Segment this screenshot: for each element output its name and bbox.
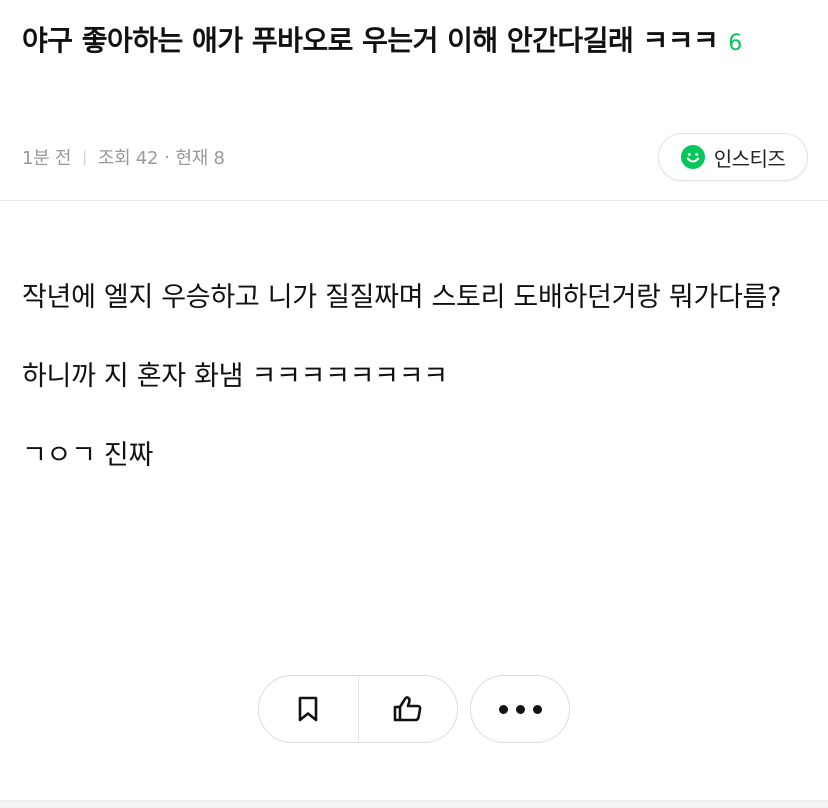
post-title: 야구 좋아하는 애가 푸바오로 우는거 이해 안간다길래 ㅋㅋㅋ 6 bbox=[22, 12, 812, 73]
smile-icon bbox=[680, 145, 705, 169]
post-actions bbox=[258, 675, 570, 743]
view-count: 조회 42 bbox=[97, 148, 159, 169]
action-pill bbox=[258, 675, 458, 743]
like-button[interactable] bbox=[359, 676, 458, 742]
meta-separator: | bbox=[82, 148, 87, 166]
thumbs-up-icon bbox=[393, 696, 422, 722]
header-divider bbox=[0, 200, 828, 201]
board-name: 인스티즈 bbox=[713, 146, 786, 171]
more-icon bbox=[498, 704, 508, 714]
bookmark-button[interactable] bbox=[259, 676, 358, 742]
body-paragraph-3: ㄱㅇㄱ 진짜 bbox=[22, 440, 153, 471]
post-time: 1분 전 bbox=[22, 148, 72, 169]
bookmark-icon bbox=[298, 696, 318, 722]
meta-dot: · bbox=[164, 146, 170, 168]
more-button[interactable] bbox=[470, 675, 570, 743]
current-viewers: 현재 8 bbox=[175, 148, 225, 169]
more-icon-dot bbox=[515, 704, 525, 714]
comment-count[interactable]: 6 bbox=[728, 31, 742, 56]
body-paragraph-1: 작년에 엘지 우승하고 니가 질질짜며 스토리 도배하던거랑 뭐가다름? bbox=[22, 282, 782, 313]
post-title-text: 야구 좋아하는 애가 푸바오로 우는거 이해 안간다길래 ㅋㅋㅋ bbox=[22, 24, 719, 57]
body-paragraph-2: 하니까 지 혼자 화냄 ㅋㅋㅋㅋㅋㅋㅋㅋ bbox=[22, 361, 448, 392]
post-meta: 1분 전 | 조회 42 · 현재 8 bbox=[22, 144, 225, 170]
more-icon-dot bbox=[532, 704, 542, 714]
board-chip[interactable]: 인스티즈 bbox=[658, 133, 808, 181]
post-body: 작년에 엘지 우승하고 니가 질질짜며 스토리 도배하던거랑 뭐가다름? 하니까… bbox=[22, 270, 812, 507]
